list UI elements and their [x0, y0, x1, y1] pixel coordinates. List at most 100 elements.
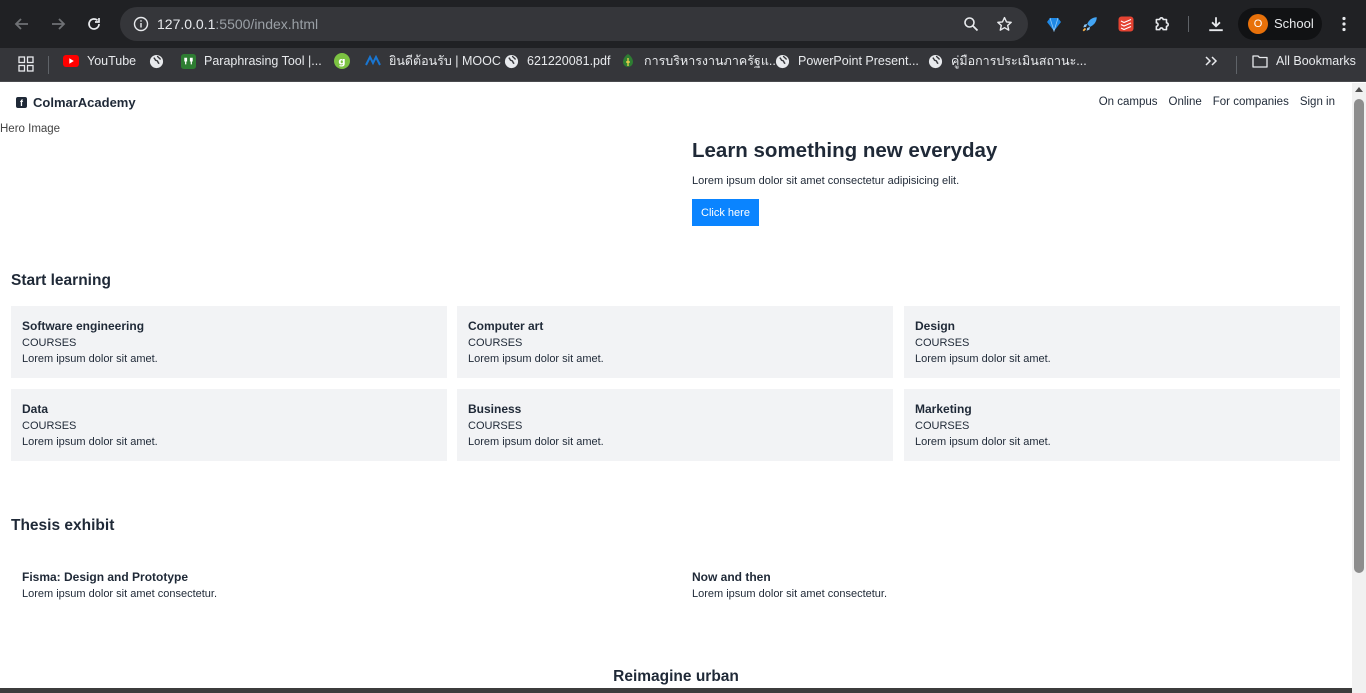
- zoom-search-icon[interactable]: [960, 13, 982, 35]
- bookmark-paraphrasing-tool[interactable]: Paraphrasing Tool |...: [180, 52, 322, 70]
- apps-grid-icon[interactable]: [18, 56, 34, 72]
- facebook-icon: f: [16, 97, 27, 108]
- course-card-design[interactable]: Design COURSES Lorem ipsum dolor sit ame…: [904, 306, 1340, 378]
- bookmark-globe-1[interactable]: [148, 52, 164, 70]
- course-title: Software engineering: [22, 319, 145, 333]
- course-title: Business: [468, 402, 522, 416]
- browser-menu-icon[interactable]: [1334, 12, 1354, 36]
- scroll-up-arrow-icon[interactable]: [1355, 87, 1363, 92]
- globe-icon: [503, 53, 519, 69]
- nav-sign-in[interactable]: Sign in: [1300, 96, 1335, 108]
- hero-cta-button[interactable]: Click here: [692, 199, 759, 226]
- page-scrollbar[interactable]: [1352, 83, 1366, 693]
- all-bookmarks-button[interactable]: All Bookmarks: [1252, 52, 1356, 70]
- globe-icon: [927, 53, 943, 69]
- downloads-icon[interactable]: [1204, 12, 1228, 36]
- url-path: :5500/index.html: [215, 16, 319, 32]
- course-card-software-engineering[interactable]: Software engineering COURSES Lorem ipsum…: [11, 306, 447, 378]
- thesis-title: Now and then: [692, 570, 771, 584]
- address-bar[interactable]: 127.0.0.1:5500/index.html: [120, 7, 1028, 41]
- bookmark-youtube[interactable]: YouTube: [63, 52, 136, 70]
- quillbot-icon: [180, 53, 196, 69]
- site-info-icon[interactable]: [130, 13, 152, 35]
- course-subtitle: COURSES: [915, 337, 970, 349]
- course-subtitle: COURSES: [22, 337, 77, 349]
- top-navigation: On campus Online For companies Sign in: [1099, 96, 1335, 108]
- taskbar-edge: [0, 688, 1352, 693]
- nav-for-companies[interactable]: For companies: [1213, 96, 1289, 108]
- diamond-extension-icon[interactable]: [1042, 12, 1066, 36]
- bookmark-label: คู่มือการประเมินสถานะ...: [951, 54, 1087, 68]
- forward-arrow-icon: [52, 18, 66, 30]
- hero-title: Learn something new everyday: [692, 139, 998, 162]
- reimagine-urban-heading: Reimagine urban: [613, 668, 739, 685]
- brand-name: ColmarAcademy: [33, 95, 136, 110]
- hero-text: Lorem ipsum dolor sit amet consectetur a…: [692, 175, 960, 187]
- course-description: Lorem ipsum dolor sit amet.: [915, 353, 1051, 365]
- bookmark-label: ยินดีต้อนรับ | MOOC: [389, 54, 501, 68]
- bookmark-star-icon[interactable]: [993, 13, 1015, 35]
- course-card-business[interactable]: Business COURSES Lorem ipsum dolor sit a…: [457, 389, 893, 461]
- bookmark-powerpoint[interactable]: PowerPoint Present...: [774, 52, 919, 70]
- bookmark-label: YouTube: [87, 54, 137, 68]
- course-title: Design: [915, 319, 956, 333]
- youtube-icon: [63, 53, 79, 69]
- forward-button[interactable]: [46, 12, 70, 36]
- mooc-icon: [365, 53, 381, 69]
- todoist-extension-icon[interactable]: [1114, 12, 1138, 36]
- url-text[interactable]: 127.0.0.1:5500/index.html: [157, 16, 318, 32]
- more-bookmarks-chevron-icon[interactable]: [1203, 53, 1219, 69]
- course-title: Data: [22, 402, 49, 416]
- bookmark-evaluation-manual[interactable]: คู่มือการประเมินสถานะ...: [927, 52, 1087, 70]
- course-description: Lorem ipsum dolor sit amet.: [468, 353, 604, 365]
- broken-image-alt-text: Hero Image: [0, 123, 61, 135]
- reload-button[interactable]: [82, 12, 106, 36]
- grammarly-icon: g: [334, 53, 350, 69]
- thesis-description: Lorem ipsum dolor sit amet consectetur.: [692, 588, 888, 600]
- bookmarks-separator-right: [1236, 56, 1237, 74]
- thesis-exhibit-heading: Thesis exhibit: [11, 517, 115, 534]
- bookmark-grammarly[interactable]: g: [334, 52, 350, 70]
- course-subtitle: COURSES: [915, 420, 970, 432]
- course-card-computer-art[interactable]: Computer art COURSES Lorem ipsum dolor s…: [457, 306, 893, 378]
- course-title: Marketing: [915, 402, 972, 416]
- nav-online[interactable]: Online: [1169, 96, 1202, 108]
- course-title: Computer art: [468, 319, 544, 333]
- url-host: 127.0.0.1: [157, 16, 216, 32]
- start-learning-heading: Start learning: [11, 272, 111, 289]
- course-subtitle: COURSES: [468, 420, 523, 432]
- thesis-item-now-and-then[interactable]: Now and then Lorem ipsum dolor sit amet …: [692, 570, 887, 602]
- bookmark-pdf[interactable]: 621220081.pdf: [503, 52, 610, 70]
- thesis-item-fisma[interactable]: Fisma: Design and Prototype Lorem ipsum …: [22, 570, 217, 602]
- browser-toolbar: 127.0.0.1:5500/index.html O School: [0, 0, 1366, 48]
- bookmark-label: 621220081.pdf: [527, 54, 611, 68]
- course-card-marketing[interactable]: Marketing COURSES Lorem ipsum dolor sit …: [904, 389, 1340, 461]
- globe-icon: [774, 53, 790, 69]
- thesis-description: Lorem ipsum dolor sit amet consectetur.: [22, 588, 218, 600]
- back-button[interactable]: [10, 12, 34, 36]
- page-viewport: f ColmarAcademy On campus Online For com…: [0, 83, 1352, 693]
- bookmark-mooc[interactable]: ยินดีต้อนรับ | MOOC: [365, 52, 501, 70]
- profile-name: School: [1274, 16, 1314, 31]
- folder-icon: [1252, 53, 1268, 69]
- nav-on-campus[interactable]: On campus: [1099, 96, 1158, 108]
- scrollbar-thumb[interactable]: [1354, 99, 1364, 573]
- bookmarks-separator: [48, 56, 49, 74]
- thesis-title: Fisma: Design and Prototype: [22, 570, 189, 584]
- bookmark-label: Paraphrasing Tool |...: [204, 54, 322, 68]
- extensions-puzzle-icon[interactable]: [1150, 12, 1174, 36]
- reload-icon: [88, 18, 100, 30]
- course-card-data[interactable]: Data COURSES Lorem ipsum dolor sit amet.: [11, 389, 447, 461]
- course-description: Lorem ipsum dolor sit amet.: [468, 436, 604, 448]
- bookmark-label: PowerPoint Present...: [798, 54, 919, 68]
- profile-avatar: O: [1248, 14, 1268, 34]
- course-description: Lorem ipsum dolor sit amet.: [22, 353, 158, 365]
- site-brand[interactable]: f ColmarAcademy: [16, 95, 136, 110]
- course-description: Lorem ipsum dolor sit amet.: [22, 436, 158, 448]
- bookmark-public-admin[interactable]: การบริหารงานภาครัฐแ...: [620, 52, 779, 70]
- hero-image-broken: Hero Image: [0, 123, 60, 135]
- profile-button[interactable]: O School: [1238, 8, 1322, 40]
- svg-text:g: g: [338, 57, 345, 68]
- course-description: Lorem ipsum dolor sit amet.: [915, 436, 1051, 448]
- rocket-extension-icon[interactable]: [1078, 12, 1102, 36]
